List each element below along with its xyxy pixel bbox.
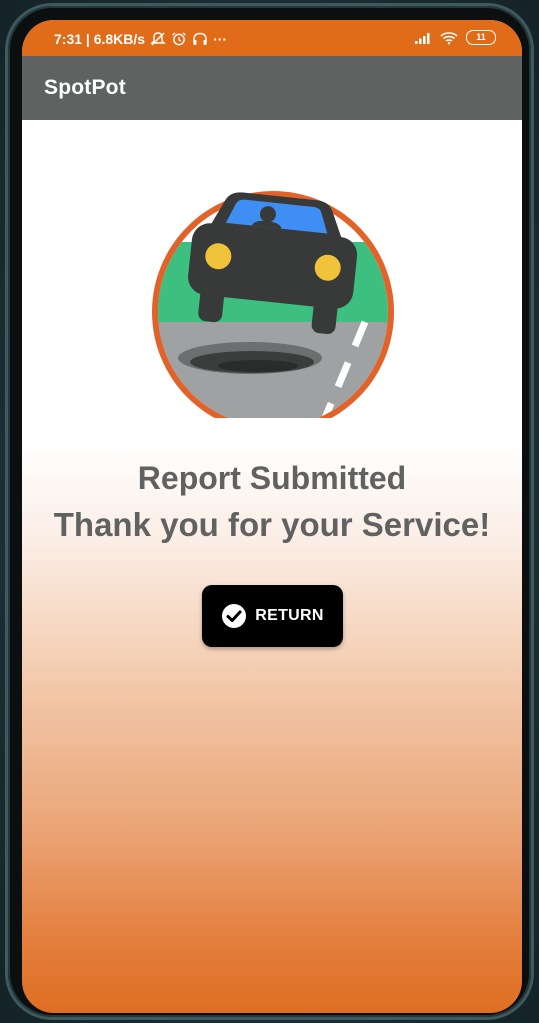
battery-icon: 11 bbox=[466, 30, 496, 45]
thank-you-message: Thank you for your Service! bbox=[53, 506, 491, 543]
status-time: 7:31 | 6.8KB/s bbox=[54, 31, 146, 47]
report-submitted-heading: Report Submitted bbox=[137, 460, 407, 496]
status-bar: 7:31 | 6.8KB/s ··· 11 bbox=[22, 20, 522, 56]
device-background: 7:31 | 6.8KB/s ··· 11 SpotPot Report Sub… bbox=[0, 0, 539, 1023]
status-left: 7:31 | 6.8KB/s ··· bbox=[54, 31, 227, 47]
wifi-icon bbox=[440, 31, 458, 44]
alarm-icon bbox=[172, 32, 187, 46]
check-circle-icon bbox=[222, 604, 247, 628]
app-title: SpotPot bbox=[44, 76, 126, 99]
signal-icon bbox=[415, 32, 430, 44]
car-pothole-logo-icon bbox=[152, 191, 394, 418]
status-right: 11 bbox=[414, 30, 496, 45]
notification-off-icon bbox=[150, 32, 166, 46]
return-button-label: RETURN bbox=[255, 607, 324, 624]
headphones-icon bbox=[193, 32, 207, 45]
app-bar: SpotPot bbox=[22, 56, 522, 120]
return-button[interactable]: RETURN bbox=[202, 585, 343, 647]
status-more-icon: ··· bbox=[213, 31, 228, 47]
phone-screen: 7:31 | 6.8KB/s ··· 11 SpotPot Report Sub… bbox=[22, 20, 522, 1013]
